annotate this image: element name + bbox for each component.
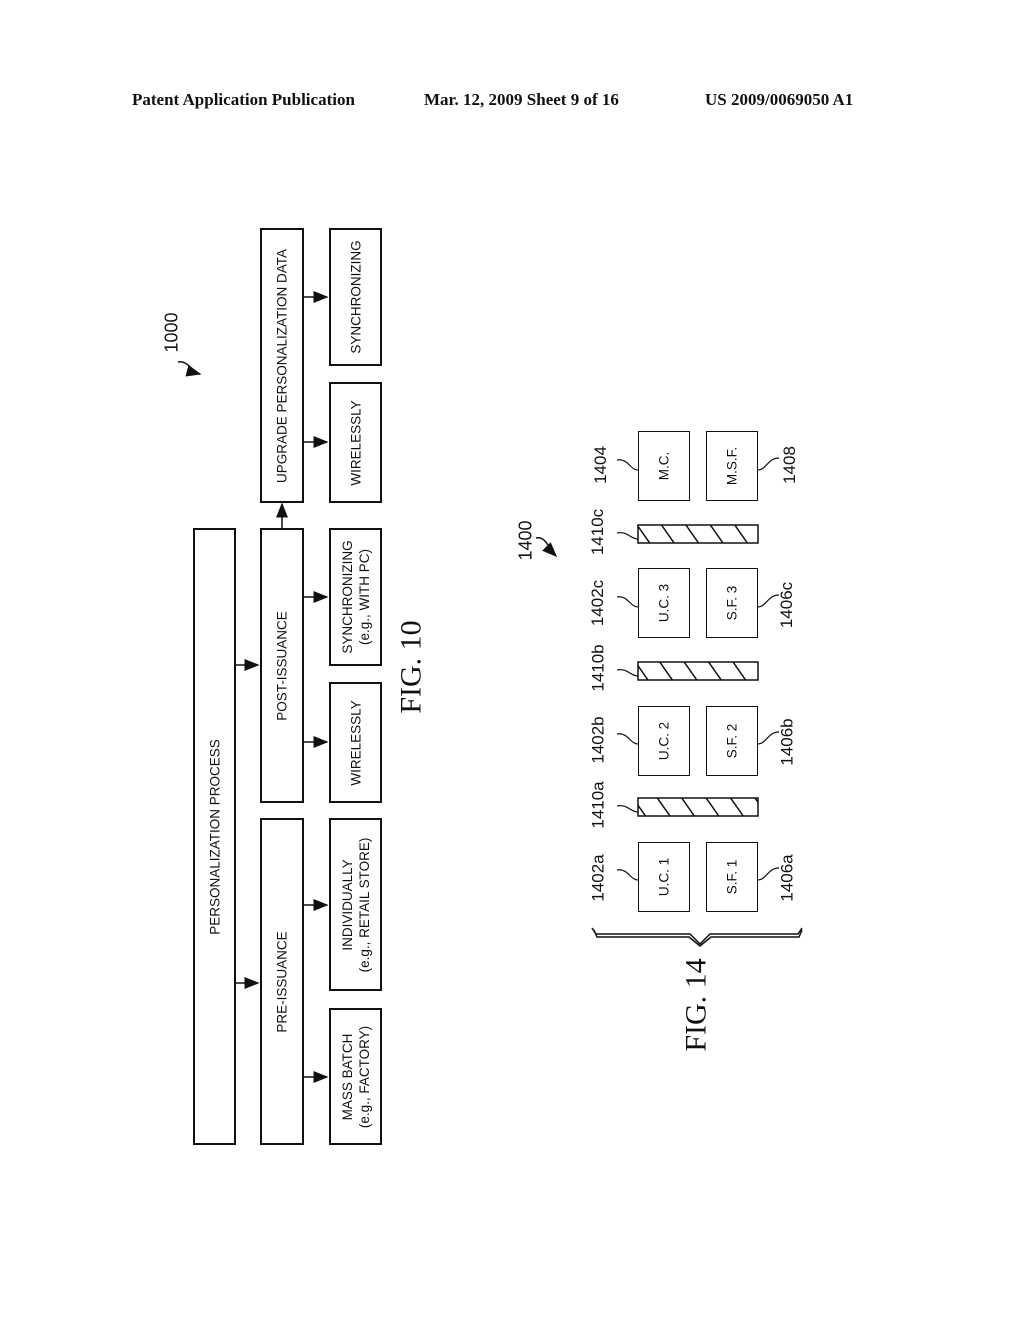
fig14-caption: FIG. 14 (679, 958, 713, 1052)
bracket-outer (591, 927, 803, 946)
leader-1408 (757, 457, 780, 471)
leader-1410a (616, 805, 639, 813)
separator-1410b (637, 661, 759, 681)
leader-1410c (616, 532, 639, 540)
mc-box: M.C. (638, 431, 690, 501)
sf2-label: S.F. 2 (724, 723, 740, 759)
ref-1400-leader (535, 537, 558, 558)
ref-1402b: 1402b (588, 716, 608, 764)
ref-1406c: 1406c (777, 581, 797, 629)
leader-1402a (616, 869, 639, 881)
ref-1410b: 1410b (588, 644, 608, 692)
ref-1406a: 1406a (777, 854, 797, 902)
ref-1410c: 1410c (588, 508, 608, 556)
msf-label: M.S.F. (724, 446, 740, 486)
leader-1406c (757, 594, 780, 608)
leader-1410b (616, 669, 639, 677)
uc1-box: U.C. 1 (638, 842, 690, 912)
leader-1406b (757, 731, 780, 745)
ref-1408: 1408 (779, 446, 799, 484)
ref-1404: 1404 (590, 446, 610, 484)
msf-box: M.S.F. (706, 431, 758, 501)
leader-1406a (757, 867, 780, 881)
uc3-box: U.C. 3 (638, 568, 690, 638)
separator-1410a (637, 797, 759, 817)
sf3-label: S.F. 3 (724, 585, 740, 621)
ref-1402c: 1402c (588, 579, 608, 627)
sf1-label: S.F. 1 (724, 859, 740, 895)
leader-1402b (616, 733, 639, 745)
ref-1410a: 1410a (588, 781, 608, 829)
mc-label: M.C. (656, 451, 672, 481)
ref-1400: 1400 (515, 520, 536, 561)
fig14-graphics (535, 457, 803, 947)
sf1-box: S.F. 1 (706, 842, 758, 912)
uc3-label: U.C. 3 (656, 583, 672, 623)
uc1-label: U.C. 1 (656, 857, 672, 897)
uc2-label: U.C. 2 (656, 721, 672, 761)
leader-1404 (616, 459, 639, 471)
sf2-box: S.F. 2 (706, 706, 758, 776)
uc2-box: U.C. 2 (638, 706, 690, 776)
ref-1402a: 1402a (588, 854, 608, 902)
sf3-box: S.F. 3 (706, 568, 758, 638)
ref-1406b: 1406b (777, 718, 797, 766)
leader-1402c (616, 596, 639, 608)
bracket-inner (593, 929, 803, 947)
separator-1410c (637, 524, 759, 544)
